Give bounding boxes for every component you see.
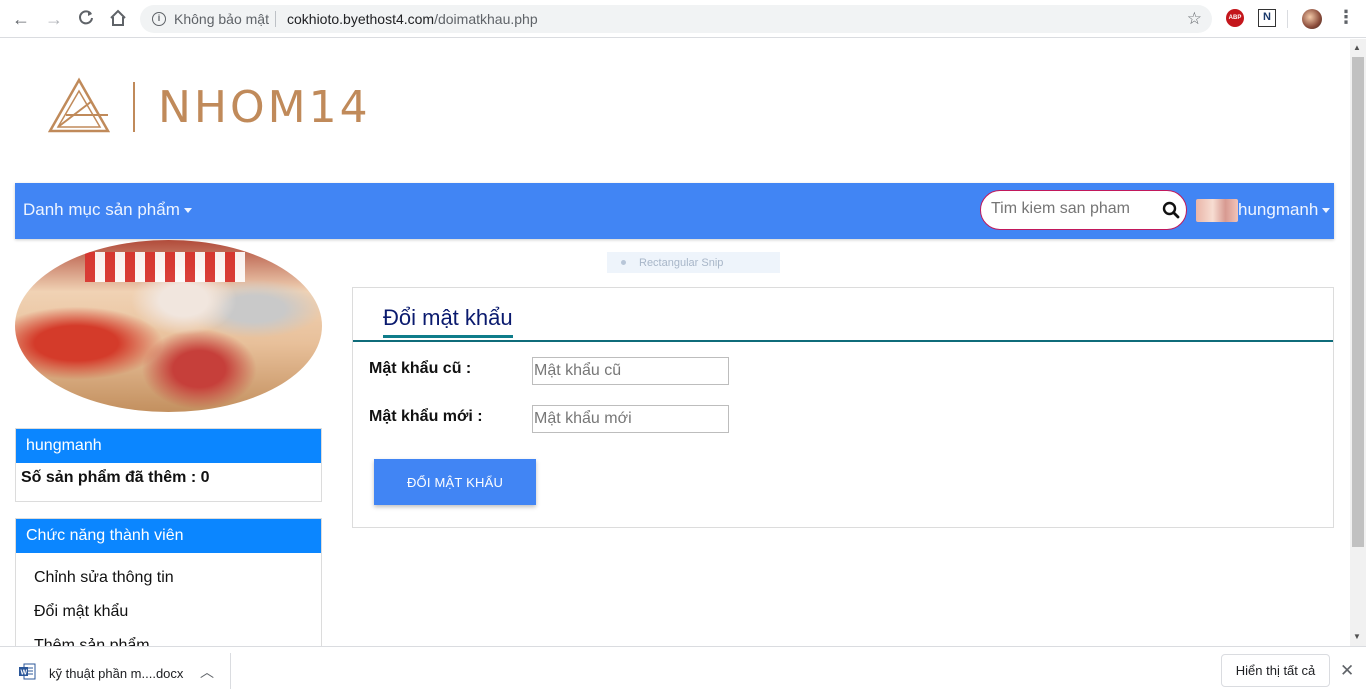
show-all-downloads-button[interactable]: Hiển thị tất cả	[1221, 654, 1330, 687]
omnibox-divider	[275, 11, 276, 27]
search-box	[980, 190, 1187, 230]
back-arrow-icon[interactable]: ←	[11, 9, 31, 29]
user-dropdown[interactable]: hungmanh	[1238, 200, 1331, 220]
menu-item-add-product[interactable]: Thêm sản phẩm	[16, 629, 321, 646]
caret-down-icon	[1322, 208, 1331, 214]
adblock-extension-icon[interactable]: ABP	[1226, 9, 1244, 27]
browser-menu-icon[interactable]: ⋮	[1337, 7, 1355, 28]
security-label: Không bảo mật	[174, 11, 269, 27]
search-icon[interactable]	[1162, 201, 1180, 219]
scroll-up-icon[interactable]: ▲	[1353, 43, 1361, 52]
url-host: cokhioto.byethost4.com	[287, 11, 435, 27]
menu-item-edit-profile[interactable]: Chỉnh sửa thông tin	[16, 561, 321, 595]
new-password-field[interactable]	[532, 405, 729, 433]
profile-avatar[interactable]	[1302, 9, 1322, 29]
site-logo-icon[interactable]	[47, 77, 111, 138]
member-panel-title: Chức năng thành viên	[16, 519, 321, 553]
home-icon[interactable]	[108, 9, 128, 29]
category-dropdown-label: Danh mục sản phẩm	[23, 200, 180, 219]
products-added-count: Số sản phẩm đã thêm : 0	[21, 469, 210, 486]
tab-change-password[interactable]: Đổi mật khẩu	[383, 305, 513, 338]
snip-label: Rectangular Snip	[639, 257, 724, 269]
close-icon[interactable]: ✕	[1340, 661, 1354, 681]
word-document-icon: W	[19, 663, 36, 680]
download-bar: W kỹ thuật phần m....docx ︿ Hiển thị tất…	[0, 646, 1366, 694]
change-password-card: Đổi mật khẩu Mật khẩu cũ : Mật khẩu mới …	[352, 287, 1334, 528]
snip-overlay: Rectangular Snip	[607, 252, 780, 273]
menu-item-change-password[interactable]: Đổi mật khẩu	[16, 595, 321, 629]
info-icon[interactable]: i	[152, 12, 166, 26]
sidebar-banner-image	[15, 240, 322, 412]
user-avatar[interactable]	[1196, 199, 1238, 222]
n-extension-icon[interactable]: N	[1258, 9, 1276, 27]
address-bar[interactable]: i Không bảo mật cokhioto.byethost4.com/d…	[140, 5, 1212, 33]
user-panel: hungmanh Số sản phẩm đã thêm : 0	[15, 428, 322, 502]
page-viewport: NHOM14 Danh mục sản phẩm hungmanh Rectan…	[0, 39, 1350, 646]
logo-divider	[133, 82, 135, 132]
search-input[interactable]	[991, 200, 1151, 218]
url-text[interactable]: cokhioto.byethost4.com/doimatkhau.php	[287, 11, 538, 27]
new-password-label: Mật khẩu mới :	[369, 408, 483, 425]
url-path: /doimatkhau.php	[434, 11, 538, 27]
top-navbar: Danh mục sản phẩm hungmanh	[15, 183, 1334, 239]
toolbar-divider	[1287, 10, 1288, 28]
user-dropdown-label: hungmanh	[1238, 200, 1319, 219]
old-password-label: Mật khẩu cũ :	[369, 360, 472, 377]
scroll-thumb[interactable]	[1352, 57, 1364, 547]
banner-decoration	[85, 252, 245, 282]
forward-arrow-icon[interactable]: →	[44, 9, 64, 29]
download-divider	[230, 653, 231, 689]
svg-text:W: W	[21, 670, 28, 677]
site-logo-text: NHOM14	[158, 82, 371, 133]
old-password-field[interactable]	[532, 357, 729, 385]
member-functions-panel: Chức năng thành viên Chỉnh sửa thông tin…	[15, 518, 322, 646]
bookmark-star-icon[interactable]: ☆	[1187, 9, 1202, 29]
caret-down-icon	[183, 208, 192, 214]
tab-underline	[353, 340, 1333, 342]
reload-icon[interactable]	[76, 9, 96, 29]
user-panel-title: hungmanh	[16, 429, 321, 463]
category-dropdown[interactable]: Danh mục sản phẩm	[23, 200, 192, 220]
page-scrollbar[interactable]: ▲ ▼	[1350, 39, 1366, 646]
chevron-up-icon[interactable]: ︿	[200, 662, 214, 682]
snip-dot-icon	[621, 260, 626, 265]
scroll-down-icon[interactable]: ▼	[1353, 632, 1361, 641]
browser-toolbar: ← → i Không bảo mật cokhioto.byethost4.c…	[0, 0, 1366, 38]
download-file-name[interactable]: kỹ thuật phần m....docx	[49, 666, 183, 681]
change-password-button[interactable]: ĐỔI MẬT KHẨU	[374, 459, 536, 505]
